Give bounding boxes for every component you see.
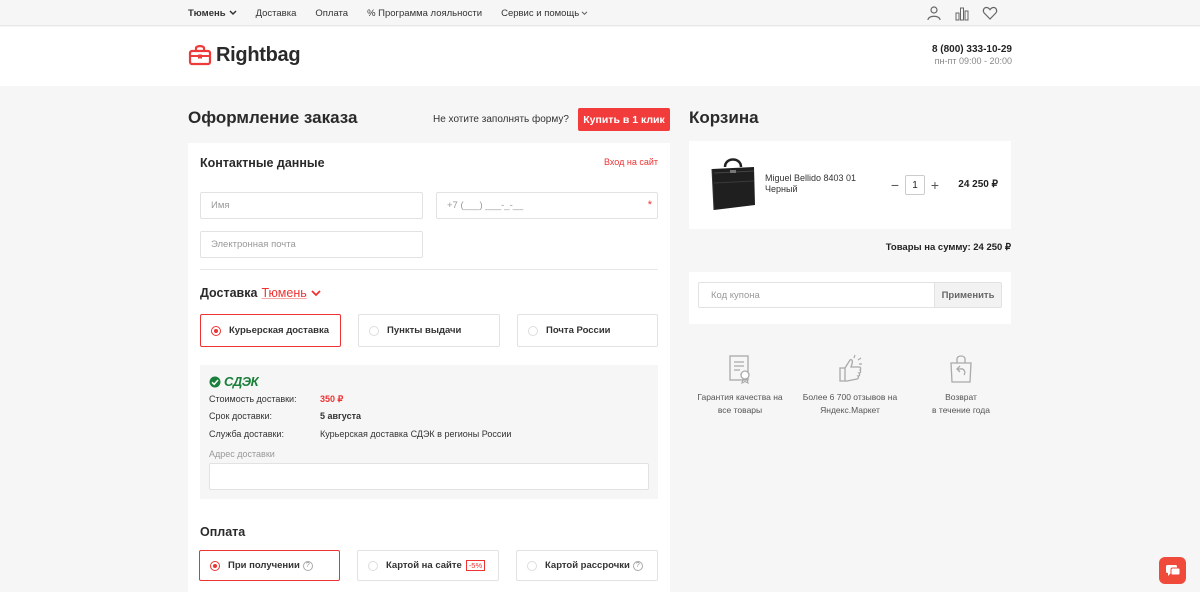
payment-title: Оплата	[200, 525, 246, 539]
thumbs-up-icon	[839, 354, 862, 382]
nav-delivery[interactable]: Доставка	[256, 8, 297, 19]
user-icon[interactable]	[926, 5, 942, 21]
cart-total: Товары на сумму: 24 250 ₽	[885, 242, 1011, 253]
address-label: Адрес доставки	[209, 449, 275, 459]
coupon-input[interactable]: Код купона	[698, 282, 934, 308]
feature-quality: Гарантия качества на все товары	[690, 354, 790, 417]
help-icon[interactable]: ?	[302, 560, 313, 571]
required-mark: *	[647, 199, 652, 211]
logo[interactable]: Rightbag	[188, 43, 301, 67]
chat-icon	[1165, 564, 1180, 576]
phone-number[interactable]: 8 (800) 333-10-29	[932, 44, 1012, 55]
quantity-stepper: − 1 +	[890, 175, 940, 195]
buy-one-click-button[interactable]: Купить в 1 клик	[578, 108, 670, 131]
delivery-title: Доставка Тюмень	[200, 286, 321, 300]
no-form-text: Не хотите заполнять форму?	[433, 114, 569, 125]
delivery-cost-row: Стоимость доставки: 350 ₽	[209, 394, 344, 404]
nav-service[interactable]: Сервис и помощь	[501, 8, 588, 19]
apply-coupon-button[interactable]: Применить	[934, 282, 1002, 308]
quantity-field[interactable]: 1	[905, 175, 925, 195]
delivery-option-pickup[interactable]: Пункты выдачи	[358, 314, 500, 347]
feature-return: Возврат в течение года	[911, 354, 1011, 417]
return-bag-icon	[950, 355, 972, 383]
radio-selected	[210, 560, 220, 571]
nav-payment[interactable]: Оплата	[315, 8, 348, 19]
phone-input[interactable]: +7 (___) ___-_-__ *	[436, 192, 658, 219]
delivery-city-link[interactable]: Тюмень	[261, 286, 306, 300]
chat-button[interactable]	[1159, 557, 1186, 584]
payment-option-installment[interactable]: Картой рассрочки ?	[516, 550, 658, 581]
city-selector[interactable]: Тюмень	[188, 8, 237, 19]
radio	[527, 560, 537, 571]
nav-loyalty[interactable]: % Программа лояльности	[367, 8, 482, 19]
discount-badge: -5%	[465, 560, 486, 571]
delivery-option-courier[interactable]: Курьерская доставка	[200, 314, 341, 347]
cdek-logo: СДЭК	[209, 374, 259, 389]
product-name[interactable]: Miguel Bellido 8403 01 Черный	[765, 173, 856, 195]
page-title: Оформление заказа	[188, 108, 358, 127]
payment-option-card-online[interactable]: Картой на сайте -5%	[357, 550, 499, 581]
address-input[interactable]	[209, 463, 649, 490]
bag-logo-icon	[188, 45, 212, 66]
delivery-service-row: Служба доставки: Курьерская доставка СДЭ…	[209, 429, 512, 439]
site-header: Rightbag 8 (800) 333-10-29 пн-пт 09:00 -…	[0, 27, 1200, 86]
checkout-form: Контактные данные Вход на сайт Имя +7 (_…	[188, 143, 670, 592]
contact-title: Контактные данные	[200, 156, 325, 170]
name-input[interactable]: Имя	[200, 192, 423, 219]
feature-reviews: Более 6 700 отзывов на Яндекс.Маркет	[800, 354, 900, 417]
chevron-down-icon[interactable]	[311, 289, 321, 297]
cart-title: Корзина	[689, 108, 759, 127]
radio	[368, 560, 378, 571]
coupon-block: Код купона Применить	[689, 272, 1011, 324]
login-link[interactable]: Вход на сайт	[604, 157, 658, 167]
compare-icon[interactable]	[954, 5, 970, 21]
chevron-down-icon	[581, 10, 588, 15]
radio-selected	[211, 325, 221, 336]
increase-button[interactable]: +	[930, 178, 940, 192]
top-icons	[926, 5, 998, 21]
top-nav: Тюмень Доставка Оплата % Программа лояль…	[188, 0, 588, 26]
chevron-down-icon	[229, 10, 237, 16]
delivery-details: СДЭК Стоимость доставки: 350 ₽ Срок дост…	[200, 365, 658, 499]
phone-block: 8 (800) 333-10-29 пн-пт 09:00 - 20:00	[932, 44, 1012, 66]
certificate-icon	[729, 355, 750, 384]
item-price: 24 250 ₽	[958, 179, 998, 190]
product-image[interactable]	[708, 153, 758, 213]
radio	[528, 325, 538, 336]
divider	[200, 269, 658, 270]
top-bar: Тюмень Доставка Оплата % Программа лояль…	[0, 0, 1200, 26]
decrease-button[interactable]: −	[890, 178, 900, 192]
heart-icon[interactable]	[982, 5, 998, 21]
delivery-option-post[interactable]: Почта России	[517, 314, 658, 347]
email-input[interactable]: Электронная почта	[200, 231, 423, 258]
delivery-date-row: Срок доставки: 5 августа	[209, 411, 361, 421]
payment-option-on-receipt[interactable]: При получении ?	[199, 550, 340, 581]
help-icon[interactable]: ?	[632, 560, 643, 571]
cart-item: Miguel Bellido 8403 01 Черный − 1 + 24 2…	[689, 141, 1011, 229]
cdek-check-icon	[209, 376, 221, 387]
work-hours: пн-пт 09:00 - 20:00	[934, 56, 1012, 66]
radio	[369, 325, 379, 336]
